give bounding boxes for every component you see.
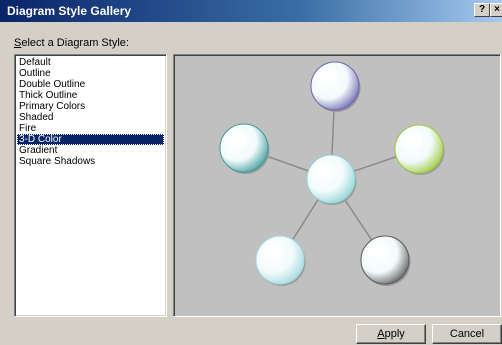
node-sphere [255, 235, 305, 285]
node-highlight [263, 245, 283, 257]
node-highlight [402, 134, 422, 146]
help-button[interactable]: ? [474, 3, 490, 17]
diagram-style-list-items: Default Outline Double Outline Thick Outlin… [17, 57, 164, 167]
apply-button[interactable]: Apply [356, 324, 426, 344]
style-option[interactable]: Double Outline [17, 79, 164, 90]
style-option[interactable]: Fire [17, 123, 164, 134]
select-style-label-text: elect a Diagram Style: [21, 37, 129, 49]
diagram-style-list[interactable]: Default Outline Double Outline Thick Outlin… [14, 54, 167, 317]
diagram-node-right [394, 124, 445, 175]
dialog-title: Diagram Style Gallery [7, 4, 132, 18]
close-button[interactable]: × [490, 3, 502, 17]
node-sphere [394, 124, 444, 174]
style-option[interactable]: Outline [17, 68, 164, 79]
style-option[interactable]: Thick Outline [17, 90, 164, 101]
diagram-node-top [310, 61, 361, 112]
diagram-style-gallery-dialog: Diagram Style Gallery ? × Select a Diagr… [0, 0, 502, 345]
style-option[interactable]: Primary Colors [17, 101, 164, 112]
select-style-label: Select a Diagram Style: [14, 37, 129, 49]
diagram-node-bottom-left [255, 235, 306, 286]
diagram-node-center [306, 154, 357, 205]
node-sphere [219, 123, 269, 173]
style-option[interactable]: Square Shadows [17, 156, 164, 167]
style-option[interactable]: Shaded [17, 112, 164, 123]
node-highlight [318, 71, 338, 83]
apply-button-label: pply [384, 328, 405, 340]
style-preview-pane [173, 54, 501, 317]
diagram-node-bottom-right [360, 235, 411, 286]
node-highlight [227, 133, 247, 145]
title-bar: Diagram Style Gallery ? × [0, 0, 502, 22]
style-option[interactable]: 3-D Color [17, 134, 164, 145]
style-option[interactable]: Default [17, 57, 164, 68]
node-sphere [310, 61, 360, 111]
radial-diagram-preview [219, 61, 445, 286]
node-highlight [368, 245, 388, 257]
node-sphere [360, 235, 410, 285]
node-sphere [306, 154, 356, 204]
apply-button-accel: A [377, 328, 385, 340]
style-option[interactable]: Gradient [17, 145, 164, 156]
node-highlight [314, 164, 334, 176]
diagram-node-left [219, 123, 270, 174]
cancel-button[interactable]: Cancel [432, 324, 502, 344]
